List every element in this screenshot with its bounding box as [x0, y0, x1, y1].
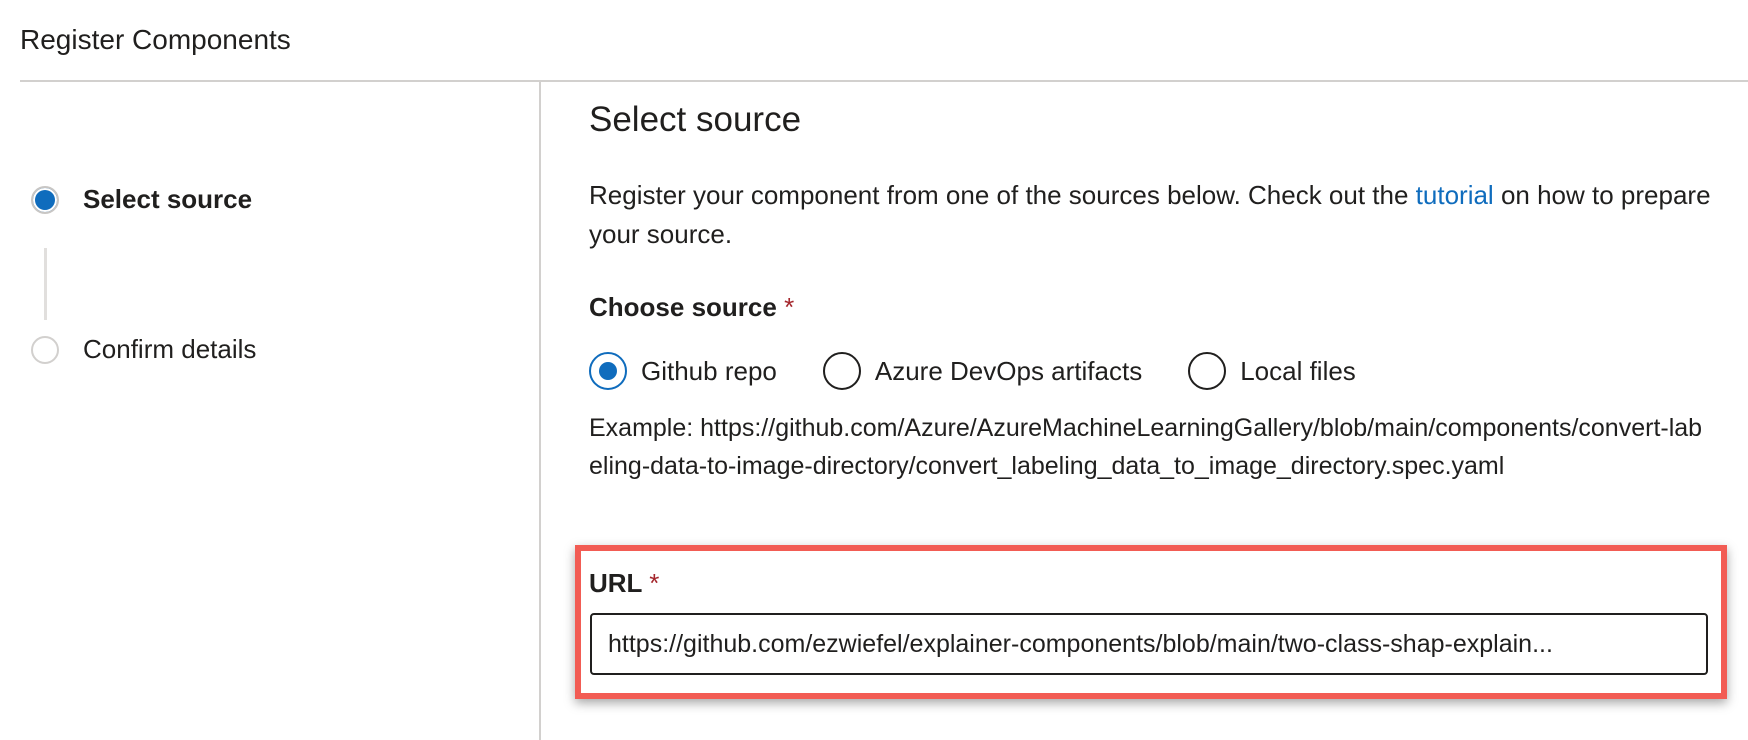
example-url-text: Example: https://github.com/Azure/AzureM…: [589, 414, 1703, 480]
step-connector: [44, 248, 47, 320]
radio-github-repo[interactable]: Github repo: [589, 352, 777, 390]
description: Register your component from one of the …: [589, 176, 1719, 254]
url-label: URL *: [589, 568, 659, 599]
step-label: Select source: [83, 184, 253, 214]
url-input[interactable]: [590, 613, 1708, 675]
step-select-source[interactable]: Select source: [31, 184, 252, 215]
page-title: Register Components: [20, 24, 291, 55]
radio-unchecked-icon[interactable]: [822, 352, 861, 390]
choose-source-label: Choose source *: [589, 292, 794, 323]
header-divider: [20, 80, 1748, 82]
radio-label: Local files: [1240, 355, 1356, 386]
tutorial-link[interactable]: tutorial: [1416, 180, 1494, 210]
step-active-indicator-icon: [31, 185, 59, 214]
radio-unchecked-icon[interactable]: [1188, 352, 1227, 390]
radio-label: Azure DevOps artifacts: [874, 355, 1143, 386]
radio-local-files[interactable]: Local files: [1188, 352, 1356, 390]
main-panel: Select source Register your component fr…: [589, 100, 1728, 249]
step-inactive-indicator-icon: [31, 335, 59, 364]
step-label: Confirm details: [83, 334, 257, 364]
source-radio-group: Github repo Azure DevOps artifacts Local…: [589, 352, 1402, 390]
choose-source-label-text: Choose source: [589, 292, 777, 322]
radio-azure-devops-artifacts[interactable]: Azure DevOps artifacts: [822, 352, 1143, 390]
url-label-text: URL: [589, 568, 642, 598]
required-marker: *: [649, 568, 660, 598]
description-text: Register your component from one of the …: [589, 180, 1416, 210]
radio-label: Github repo: [641, 355, 777, 386]
radio-checked-icon[interactable]: [589, 352, 627, 390]
required-marker: *: [784, 292, 795, 322]
step-confirm-details[interactable]: Confirm details: [31, 334, 256, 365]
panel-divider: [539, 81, 541, 740]
section-title: Select source: [589, 100, 802, 139]
